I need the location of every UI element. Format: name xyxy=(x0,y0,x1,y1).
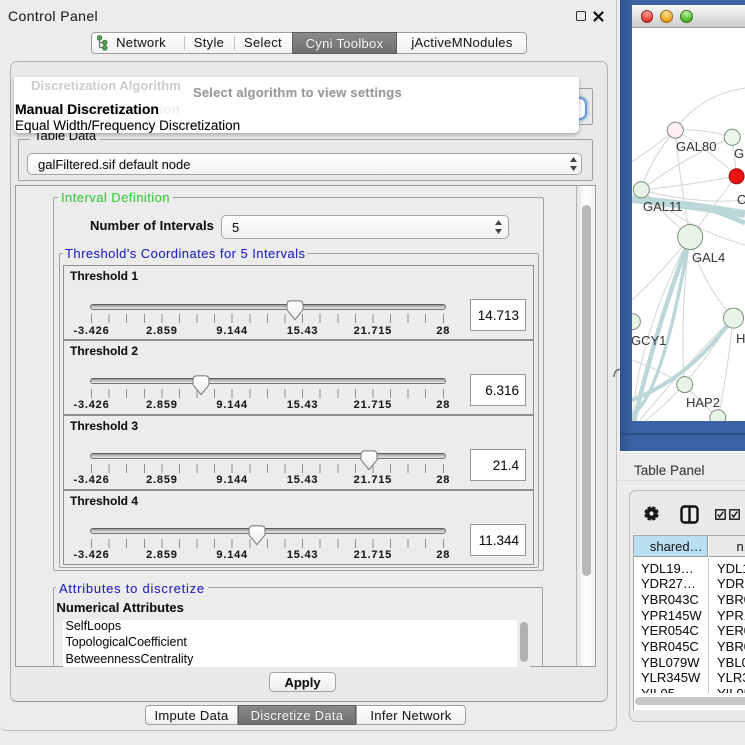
svg-text:GCY1: GCY1 xyxy=(632,333,666,348)
svg-text:GAL11: GAL11 xyxy=(643,199,683,214)
svg-text:GAL4: GAL4 xyxy=(692,250,725,265)
svg-text:C: C xyxy=(737,192,745,207)
svg-text:HAP2: HAP2 xyxy=(686,395,720,410)
svg-text:G.: G. xyxy=(734,146,745,161)
svg-text:H: H xyxy=(736,331,745,346)
svg-text:GAL80: GAL80 xyxy=(676,139,716,154)
